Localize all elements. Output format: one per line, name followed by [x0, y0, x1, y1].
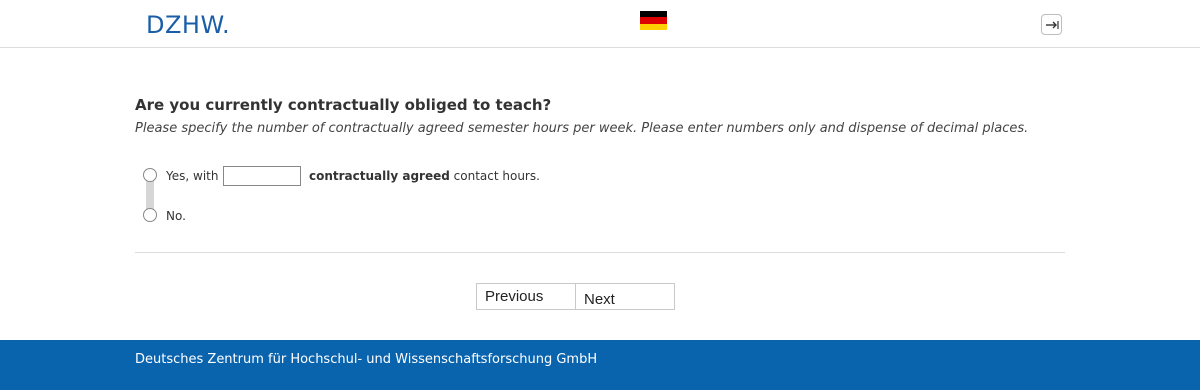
next-button[interactable]: Next: [575, 283, 675, 310]
radio-no[interactable]: [143, 208, 157, 222]
german-flag-icon[interactable]: [640, 11, 667, 30]
question-hint: Please specify the number of contractual…: [135, 121, 1029, 136]
no-label: No.: [166, 209, 186, 223]
previous-button[interactable]: Previous: [476, 283, 576, 310]
divider: [135, 252, 1065, 253]
footer-bar: Deutsches Zentrum für Hochschul- und Wis…: [0, 340, 1200, 390]
contact-hours-input[interactable]: [223, 166, 301, 186]
logout-button[interactable]: [1041, 14, 1062, 35]
contact-rest-text: contact hours.: [449, 169, 540, 183]
contact-hours-text: contractually agreed contact hours.: [309, 169, 540, 183]
footer-text: Deutsches Zentrum für Hochschul- und Wis…: [135, 352, 598, 367]
logout-icon: [1046, 21, 1059, 29]
radio-yes[interactable]: [143, 168, 157, 182]
question-title: Are you currently contractually obliged …: [135, 96, 552, 114]
contact-bold-text: contractually agreed: [309, 169, 450, 183]
header-bar: DZHW.: [0, 0, 1200, 48]
dzhw-logo: DZHW.: [146, 11, 231, 39]
yes-label: Yes, with: [166, 169, 219, 183]
